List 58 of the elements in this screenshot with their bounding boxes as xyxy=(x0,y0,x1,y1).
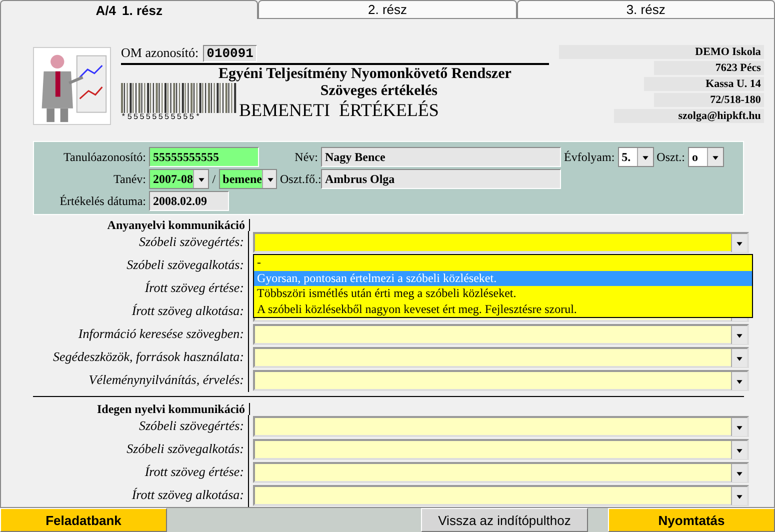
dropdown-field[interactable] xyxy=(253,370,749,391)
row-label: Információ keresése szövegben: xyxy=(33,323,249,346)
dropdown-option[interactable]: - xyxy=(254,255,752,270)
row-label: Írott szöveg alkotása: xyxy=(33,484,249,507)
field-label: Név: xyxy=(294,150,318,164)
dropdown-field[interactable] xyxy=(253,462,749,483)
row-label: Írott szöveg értése: xyxy=(33,277,249,300)
dropdown-field[interactable] xyxy=(253,416,749,437)
school-info: 72/518-180 xyxy=(654,93,764,107)
dropdown-field[interactable] xyxy=(253,232,749,253)
field-label: Tanév: xyxy=(112,172,146,186)
school-info: szolga@hipkft.hu xyxy=(614,109,764,123)
field-label: Oszt.: xyxy=(656,150,685,164)
dropdown-field[interactable] xyxy=(253,439,749,460)
field-label: Értékelés dátuma: xyxy=(58,194,146,208)
field-label: OM azonosító: xyxy=(121,45,199,61)
dropdown-field[interactable] xyxy=(253,347,749,368)
tab[interactable]: A/4 1. rész xyxy=(0,0,258,19)
grade-dropdown[interactable]: 5. xyxy=(618,147,654,167)
subtitle: Szöveges értékelés xyxy=(320,83,438,100)
row-label: Szóbeli szövegalkotás: xyxy=(33,254,249,277)
om-id-field: 010091 xyxy=(202,44,258,62)
action-button[interactable]: Vissza az indítópulthoz xyxy=(421,508,588,532)
row-label: Véleménynyilvánítás, érvelés: xyxy=(33,369,249,392)
separator-slash: / xyxy=(212,172,216,186)
barcode-number: *55555555555* xyxy=(121,113,203,122)
year-dropdown[interactable]: 2007-08 xyxy=(149,169,210,189)
dropdown-field[interactable] xyxy=(253,324,749,345)
row-label: Írott szöveg alkotása: xyxy=(33,300,249,323)
section-title: Anyanyelvi kommunikáció xyxy=(107,220,245,230)
class-dropdown[interactable]: o xyxy=(688,147,724,167)
page-heading: BEMENETI ÉRTÉKELÉS xyxy=(239,100,440,121)
dropdown-option[interactable]: Többszöri ismétlés után érti meg a szóbeli közléseket. xyxy=(254,286,752,302)
row-label: Szóbeli szövegértés: xyxy=(33,415,249,438)
school-info: 7623 Pécs xyxy=(654,61,764,75)
field-label: Évfolyam: xyxy=(564,150,615,164)
field-label: Oszt.fő.: xyxy=(280,172,318,186)
row-label: Segédeszközök, források használata: xyxy=(33,346,249,369)
dropdown-option[interactable]: A szóbeli közlésekből nagyon keveset ért meg. Fejlesztésre szorul. xyxy=(254,302,752,317)
action-button[interactable]: Feladatbank xyxy=(0,508,167,532)
school-info: DEMO Iskola xyxy=(558,45,764,59)
row-label: Írott szöveg értése: xyxy=(33,461,249,484)
dropdown-field[interactable] xyxy=(253,485,749,506)
action-button[interactable]: Nyomtatás xyxy=(608,508,775,532)
student-id-field[interactable]: 55555555555 xyxy=(149,147,259,167)
field-label: Tanulóazonosító: xyxy=(62,150,146,164)
school-info: Kassa U. 14 xyxy=(644,77,764,91)
barcode-icon xyxy=(121,83,239,113)
section-title: Idegen nyelvi kommunikáció xyxy=(96,404,245,414)
name-field: Nagy Bence xyxy=(321,147,561,167)
phase-dropdown[interactable]: bemene xyxy=(218,169,277,189)
row-label: Szóbeli szövegértés: xyxy=(33,231,249,254)
teacher-field: Ambrus Olga xyxy=(321,169,561,189)
app-title: Egyéni Teljesítmény Nyomonkövető Rendszer xyxy=(217,65,512,83)
tab[interactable]: 3. rész xyxy=(516,0,775,19)
tab[interactable]: 2. rész xyxy=(258,0,517,19)
date-field: 2008.02.09 xyxy=(149,191,229,211)
row-label: Szóbeli szövegalkotás: xyxy=(33,438,249,461)
